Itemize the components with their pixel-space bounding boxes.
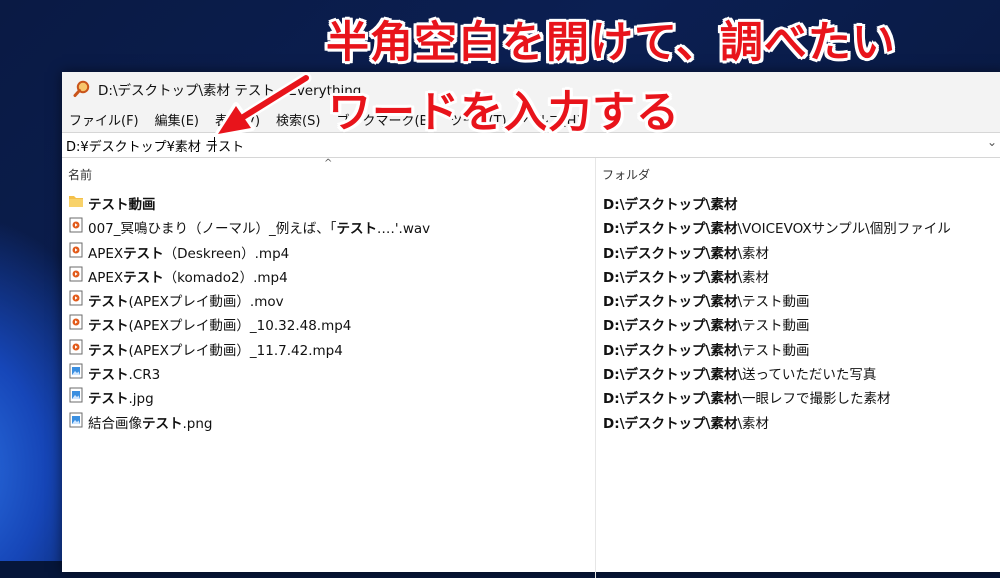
file-name: APEXテスト（komado2）.mp4 xyxy=(88,269,288,286)
image-file-icon xyxy=(68,387,84,403)
folder-path: D:\デスクトップ\素材\送っていただいた写真 xyxy=(603,367,877,384)
folder-path: D:\デスクトップ\素材\素材 xyxy=(603,415,770,432)
file-name: テスト.CR3 xyxy=(88,367,161,384)
file-name: テスト(APEXプレイ動画）_10.32.48.mp4 xyxy=(88,318,352,335)
table-row[interactable]: テスト(APEXプレイ動画）.mov D:\デスクトップ\素材\テスト動画 xyxy=(62,286,1000,310)
chevron-down-icon[interactable]: ⌄ xyxy=(987,135,997,149)
folder-path: D:\デスクトップ\素材\テスト動画 xyxy=(603,342,810,359)
text-caret xyxy=(214,137,215,152)
file-name: 007_冥鳴ひまり（ノーマル）_例えば、「テスト.…'.wav xyxy=(88,221,431,238)
file-name: テスト.jpg xyxy=(88,391,154,408)
image-file-icon xyxy=(68,412,84,428)
video-file-icon xyxy=(68,266,84,282)
menu-file[interactable]: ファイル(F) xyxy=(62,110,148,129)
image-file-icon xyxy=(68,363,84,379)
video-file-icon xyxy=(68,339,84,355)
file-name: APEXテスト（Deskreen）.mp4 xyxy=(88,245,290,262)
menu-search[interactable]: 検索(S) xyxy=(269,110,329,129)
video-file-icon xyxy=(68,242,84,258)
folder-path: D:\デスクトップ\素材\一眼レフで撮影した素材 xyxy=(603,391,891,408)
annotation-line-1: 半角空白を開けて、調べたい xyxy=(326,18,896,68)
folder-path: D:\デスクトップ\素材\素材 xyxy=(603,269,770,286)
table-row[interactable]: テスト(APEXプレイ動画）_11.7.42.mp4 D:\デスクトップ\素材\… xyxy=(62,335,1000,359)
table-row[interactable]: 007_冥鳴ひまり（ノーマル）_例えば、「テスト.…'.wav D:\デスクトッ… xyxy=(62,213,1000,237)
file-name: テスト(APEXプレイ動画）.mov xyxy=(88,294,284,311)
table-row[interactable]: テスト.jpg D:\デスクトップ\素材\一眼レフで撮影した素材 xyxy=(62,383,1000,407)
column-headers: ^ 名前 フォルダ xyxy=(62,158,1000,186)
video-file-icon xyxy=(68,290,84,306)
table-row[interactable]: 結合画像テスト.png D:\デスクトップ\素材\素材 xyxy=(62,408,1000,432)
sort-up-icon: ^ xyxy=(324,158,333,169)
folder-path: D:\デスクトップ\素材\テスト動画 xyxy=(603,294,810,311)
file-name: テスト(APEXプレイ動画）_11.7.42.mp4 xyxy=(88,342,343,359)
file-name: 結合画像テスト.png xyxy=(88,415,213,432)
file-name: テスト動画 xyxy=(88,197,156,213)
magnifier-icon xyxy=(72,79,92,99)
audio-file-icon xyxy=(68,217,84,233)
table-row[interactable]: テスト(APEXプレイ動画）_10.32.48.mp4 D:\デスクトップ\素材… xyxy=(62,310,1000,334)
menu-view[interactable]: 表示(V) xyxy=(208,110,269,129)
column-header-folder[interactable]: フォルダ xyxy=(602,166,650,183)
table-row[interactable]: テスト動画 D:\デスクトップ\素材 xyxy=(62,189,1000,213)
everything-window: D:\デスクトップ\素材 テスト - Everything ファイル(F) 編集… xyxy=(62,72,1000,578)
annotation-line-2: ワードを入力する xyxy=(328,88,680,138)
table-row[interactable]: APEXテスト（Deskreen）.mp4 D:\デスクトップ\素材\素材 xyxy=(62,238,1000,262)
folder-path: D:\デスクトップ\素材\VOICEVOXサンプル\個別ファイル xyxy=(603,221,951,238)
results-list: テスト動画 D:\デスクトップ\素材 007_冥鳴ひまり（ノーマル）_例えば、「… xyxy=(62,189,1000,432)
folder-icon xyxy=(68,193,84,209)
folder-path: D:\デスクトップ\素材\素材 xyxy=(603,245,770,262)
video-file-icon xyxy=(68,314,84,330)
table-row[interactable]: テスト.CR3 D:\デスクトップ\素材\送っていただいた写真 xyxy=(62,359,1000,383)
window-title: D:\デスクトップ\素材 テスト - Everything xyxy=(98,83,362,99)
folder-path: D:\デスクトップ\素材\テスト動画 xyxy=(603,318,810,335)
column-header-name[interactable]: 名前 xyxy=(68,166,92,183)
table-row[interactable]: APEXテスト（komado2）.mp4 D:\デスクトップ\素材\素材 xyxy=(62,262,1000,286)
folder-path: D:\デスクトップ\素材 xyxy=(603,197,738,213)
menu-edit[interactable]: 編集(E) xyxy=(148,110,208,129)
